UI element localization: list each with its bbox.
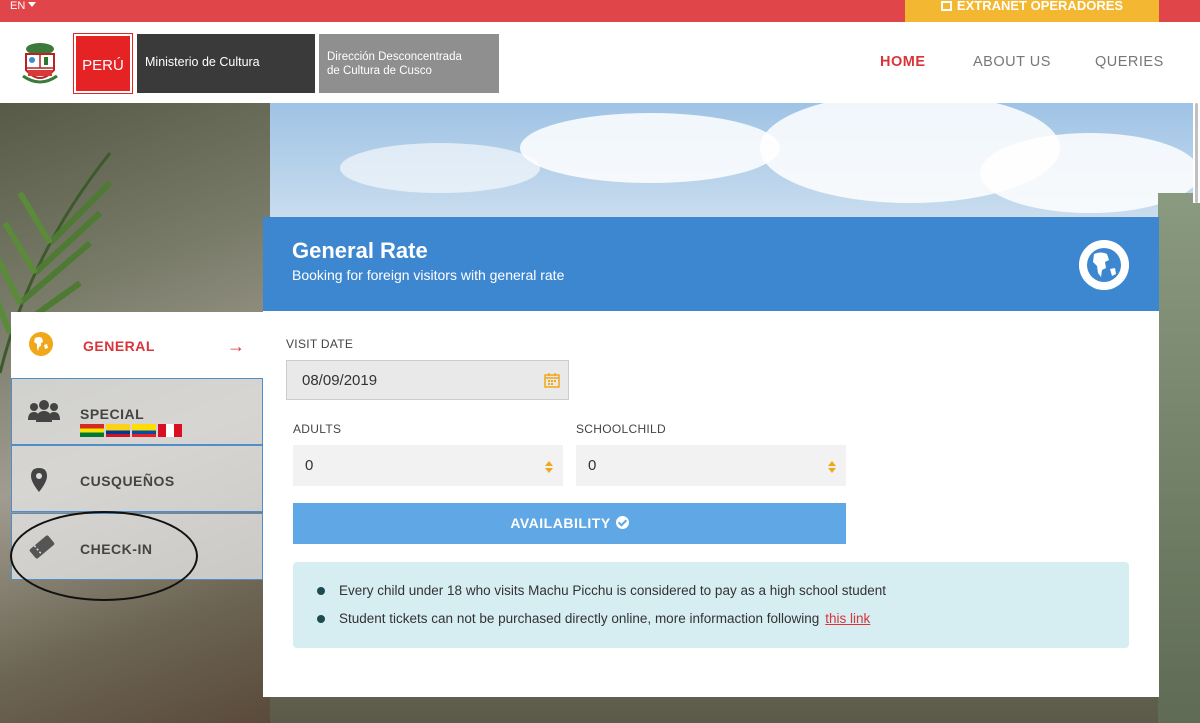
- notice-text: Student tickets can not be purchased dir…: [339, 611, 820, 626]
- spinner-arrows-icon: [545, 461, 553, 473]
- adults-label: ADULTS: [293, 422, 342, 436]
- peru-logo[interactable]: PERÚ: [73, 33, 133, 94]
- language-selector[interactable]: EN: [10, 0, 37, 12]
- country-flags: [80, 424, 188, 438]
- ministry-logo[interactable]: Ministerio de Cultura: [137, 34, 315, 93]
- visit-date-value: 08/09/2019: [302, 372, 378, 389]
- booking-card-header: General Rate Booking for foreign visitor…: [263, 217, 1159, 311]
- availability-label: AVAILABILITY: [510, 515, 611, 531]
- site-header: PERÚ Ministerio de Cultura Dirección Des…: [0, 22, 1200, 103]
- direction-line-2: de Cultura de Cusco: [327, 65, 432, 77]
- menu-item-general[interactable]: GENERAL →: [11, 312, 263, 378]
- nav-about-us[interactable]: ABOUT US: [973, 54, 1051, 70]
- schoolchild-label: SCHOOLCHILD: [576, 422, 666, 436]
- adults-value: 0: [305, 457, 314, 474]
- external-link-icon: [940, 1, 952, 11]
- menu-label-special: SPECIAL: [80, 406, 145, 422]
- top-bar: EN EXTRANET OPERADORES: [0, 0, 1200, 22]
- schoolchild-select[interactable]: 0: [576, 445, 846, 486]
- scrollbar[interactable]: [1193, 103, 1200, 203]
- ecuador-flag-icon: [132, 424, 156, 437]
- booking-title: General Rate: [292, 238, 428, 263]
- availability-button[interactable]: AVAILABILITY: [293, 503, 846, 544]
- bullet-icon: [317, 587, 325, 595]
- scrollbar-thumb[interactable]: [1195, 103, 1198, 203]
- globe-icon: [1079, 240, 1129, 290]
- notice-text-with-link: Student tickets can not be purchased dir…: [339, 611, 870, 626]
- mountain-image: [1158, 193, 1200, 723]
- adults-select[interactable]: 0: [293, 445, 563, 486]
- bolivia-flag-icon: [80, 424, 104, 437]
- extranet-operators-button[interactable]: EXTRANET OPERADORES: [905, 0, 1159, 22]
- cloud: [520, 113, 780, 183]
- colombia-flag-icon: [106, 424, 130, 437]
- cloud: [340, 143, 540, 193]
- nav-queries[interactable]: QUERIES: [1095, 54, 1164, 70]
- caret-down-icon: [28, 2, 37, 7]
- nav-home[interactable]: HOME: [880, 54, 926, 70]
- map-pin-icon: [31, 468, 47, 492]
- direction-logo[interactable]: Dirección Desconcentrada de Cultura de C…: [319, 34, 499, 93]
- booking-subtitle: Booking for foreign visitors with genera…: [292, 267, 565, 283]
- peru-flag-icon: [158, 424, 182, 437]
- group-icon: [28, 400, 60, 422]
- highlight-circle: [10, 511, 198, 601]
- globe-icon: [29, 332, 53, 356]
- info-notice: Every child under 18 who visits Machu Pi…: [293, 562, 1129, 648]
- calendar-icon[interactable]: [544, 372, 560, 388]
- menu-label-general: GENERAL: [83, 338, 155, 354]
- coat-of-arms-icon: [22, 43, 58, 84]
- extranet-label: EXTRANET OPERADORES: [956, 0, 1124, 13]
- check-circle-icon: [615, 516, 629, 529]
- menu-label-cusquenos: CUSQUEÑOS: [80, 473, 175, 489]
- this-link[interactable]: this link: [825, 611, 870, 626]
- arrow-right-icon: →: [227, 336, 245, 356]
- notice-text: Every child under 18 who visits Machu Pi…: [339, 583, 887, 598]
- menu-item-special[interactable]: SPECIAL: [11, 378, 263, 445]
- visit-date-input[interactable]: 08/09/2019: [286, 360, 569, 400]
- spinner-arrows-icon: [828, 461, 836, 473]
- menu-item-cusquenos[interactable]: CUSQUEÑOS: [11, 445, 263, 512]
- visit-date-label: VISIT DATE: [286, 337, 354, 351]
- schoolchild-value: 0: [588, 457, 597, 474]
- direction-line-1: Dirección Desconcentrada: [327, 51, 462, 63]
- bullet-icon: [317, 615, 325, 623]
- language-label: EN: [10, 0, 26, 12]
